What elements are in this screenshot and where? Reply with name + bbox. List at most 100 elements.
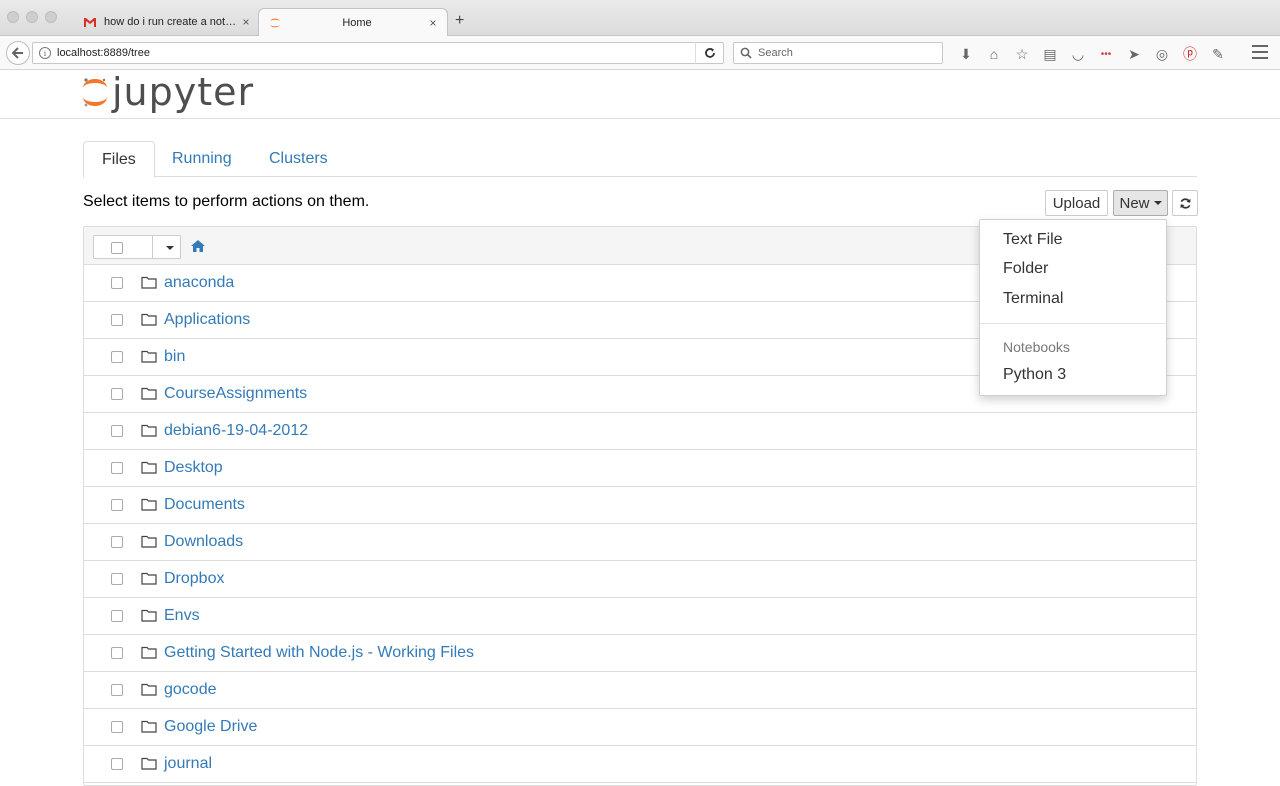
row-checkbox[interactable] [111, 351, 123, 363]
folder-icon [141, 424, 157, 442]
home-icon[interactable]: ⌂ [980, 46, 1008, 62]
bookmark-star-icon[interactable]: ☆ [1008, 46, 1036, 63]
folder-icon [141, 572, 157, 590]
file-link[interactable]: journal [164, 755, 212, 773]
pocket-icon[interactable]: ◡ [1064, 46, 1092, 63]
row-checkbox[interactable] [111, 721, 123, 733]
tab-running[interactable]: Running [154, 141, 250, 177]
row-checkbox[interactable] [111, 684, 123, 696]
file-row[interactable]: Envs [84, 598, 1196, 635]
reload-icon[interactable] [695, 42, 723, 64]
folder-icon [141, 757, 157, 775]
row-checkbox[interactable] [111, 462, 123, 474]
upload-button[interactable]: Upload [1045, 190, 1108, 216]
jupyter-logo-icon [83, 78, 107, 107]
folder-icon [141, 350, 157, 368]
file-row[interactable]: Downloads [84, 524, 1196, 561]
search-placeholder: Search [758, 47, 793, 59]
folder-icon [141, 498, 157, 516]
tab-files[interactable]: Files [83, 141, 155, 178]
file-link[interactable]: gocode [164, 681, 217, 699]
file-row[interactable]: Desktop [84, 450, 1196, 487]
chevron-down-icon[interactable] [166, 246, 174, 250]
search-input[interactable]: Search [733, 42, 943, 64]
row-checkbox[interactable] [111, 277, 123, 289]
menu-item-python3[interactable]: Python 3 [1003, 366, 1066, 384]
pinterest-icon[interactable]: ⓟ [1176, 44, 1204, 64]
extension-icon[interactable]: ◎ [1148, 46, 1176, 63]
menu-divider [980, 323, 1166, 324]
new-tab-button[interactable]: + [455, 12, 464, 30]
row-checkbox[interactable] [111, 388, 123, 400]
reading-list-icon[interactable]: ▤ [1036, 46, 1064, 63]
row-checkbox[interactable] [111, 610, 123, 622]
file-link[interactable]: Desktop [164, 459, 223, 477]
file-link[interactable]: Envs [164, 607, 200, 625]
addon-icon[interactable]: ✎ [1204, 46, 1232, 63]
file-link[interactable]: bin [164, 348, 185, 366]
file-link[interactable]: Getting Started with Node.js - Working F… [164, 644, 474, 662]
file-row[interactable]: journal [84, 746, 1196, 783]
back-arrow-icon [11, 47, 23, 59]
tab-clusters[interactable]: Clusters [251, 141, 346, 177]
file-link[interactable]: CourseAssignments [164, 385, 307, 403]
window-close-button[interactable] [7, 11, 19, 23]
browser-tab-strip: how do i run create a noteb… × Home × + [0, 0, 1280, 37]
row-checkbox[interactable] [111, 573, 123, 585]
divider [152, 236, 153, 258]
browser-tab-home[interactable]: Home × [258, 8, 448, 37]
folder-icon [141, 646, 157, 664]
send-icon[interactable]: ➤ [1120, 46, 1148, 63]
browser-toolbar-icons: ⬇ ⌂ ☆ ▤ ◡ ••• ➤ ◎ ⓟ ✎ [952, 44, 1232, 64]
file-link[interactable]: Downloads [164, 533, 243, 551]
menu-item-text-file[interactable]: Text File [1003, 231, 1063, 249]
file-row[interactable]: gocode [84, 672, 1196, 709]
row-checkbox[interactable] [111, 758, 123, 770]
gmail-icon [82, 14, 98, 30]
jupyter-favicon-icon [267, 15, 283, 31]
menu-item-folder[interactable]: Folder [1003, 260, 1048, 278]
url-text[interactable]: localhost:8889/tree [57, 47, 695, 59]
file-link[interactable]: anaconda [164, 274, 234, 292]
folder-icon [141, 387, 157, 405]
site-info-icon[interactable]: i [39, 47, 51, 59]
file-row[interactable]: Getting Started with Node.js - Working F… [84, 635, 1196, 672]
chevron-down-icon [1153, 201, 1162, 205]
file-link[interactable]: Applications [164, 311, 250, 329]
home-icon[interactable] [191, 239, 205, 257]
file-row[interactable]: Dropbox [84, 561, 1196, 598]
folder-icon [141, 609, 157, 627]
addon-icon[interactable]: ••• [1092, 49, 1120, 60]
file-row[interactable]: Google Drive [84, 709, 1196, 746]
file-link[interactable]: Dropbox [164, 570, 224, 588]
close-tab-icon[interactable]: × [238, 15, 254, 29]
download-icon[interactable]: ⬇ [952, 46, 980, 63]
new-button[interactable]: New [1113, 190, 1168, 216]
browser-tab-title: Home [342, 17, 372, 29]
jupyter-header: jupyter [0, 70, 1280, 119]
menu-item-terminal[interactable]: Terminal [1003, 290, 1063, 308]
file-row[interactable]: debian6-19-04-2012 [84, 413, 1196, 450]
refresh-button[interactable] [1172, 190, 1198, 216]
jupyter-logo[interactable]: jupyter [82, 70, 254, 114]
row-checkbox[interactable] [111, 499, 123, 511]
file-link[interactable]: Google Drive [164, 718, 257, 736]
back-button[interactable] [6, 41, 30, 65]
select-all-group[interactable] [93, 235, 181, 259]
row-checkbox[interactable] [111, 425, 123, 437]
row-checkbox[interactable] [111, 536, 123, 548]
menu-icon[interactable] [1252, 45, 1268, 63]
window-minimize-button[interactable] [26, 11, 38, 23]
file-row[interactable]: Documents [84, 487, 1196, 524]
row-checkbox[interactable] [111, 314, 123, 326]
file-link[interactable]: debian6-19-04-2012 [164, 422, 308, 440]
url-bar[interactable]: i localhost:8889/tree [32, 42, 724, 64]
file-link[interactable]: Documents [164, 496, 245, 514]
browser-tab-gmail[interactable]: how do i run create a noteb… × [74, 8, 260, 36]
window-zoom-button[interactable] [45, 11, 57, 23]
notebook-tabs: Files Running Clusters [83, 141, 1197, 178]
select-all-checkbox[interactable] [111, 242, 123, 254]
close-tab-icon[interactable]: × [425, 16, 441, 30]
browser-nav-bar: i localhost:8889/tree Search ⬇ ⌂ ☆ ▤ ◡ •… [0, 36, 1280, 70]
row-checkbox[interactable] [111, 647, 123, 659]
